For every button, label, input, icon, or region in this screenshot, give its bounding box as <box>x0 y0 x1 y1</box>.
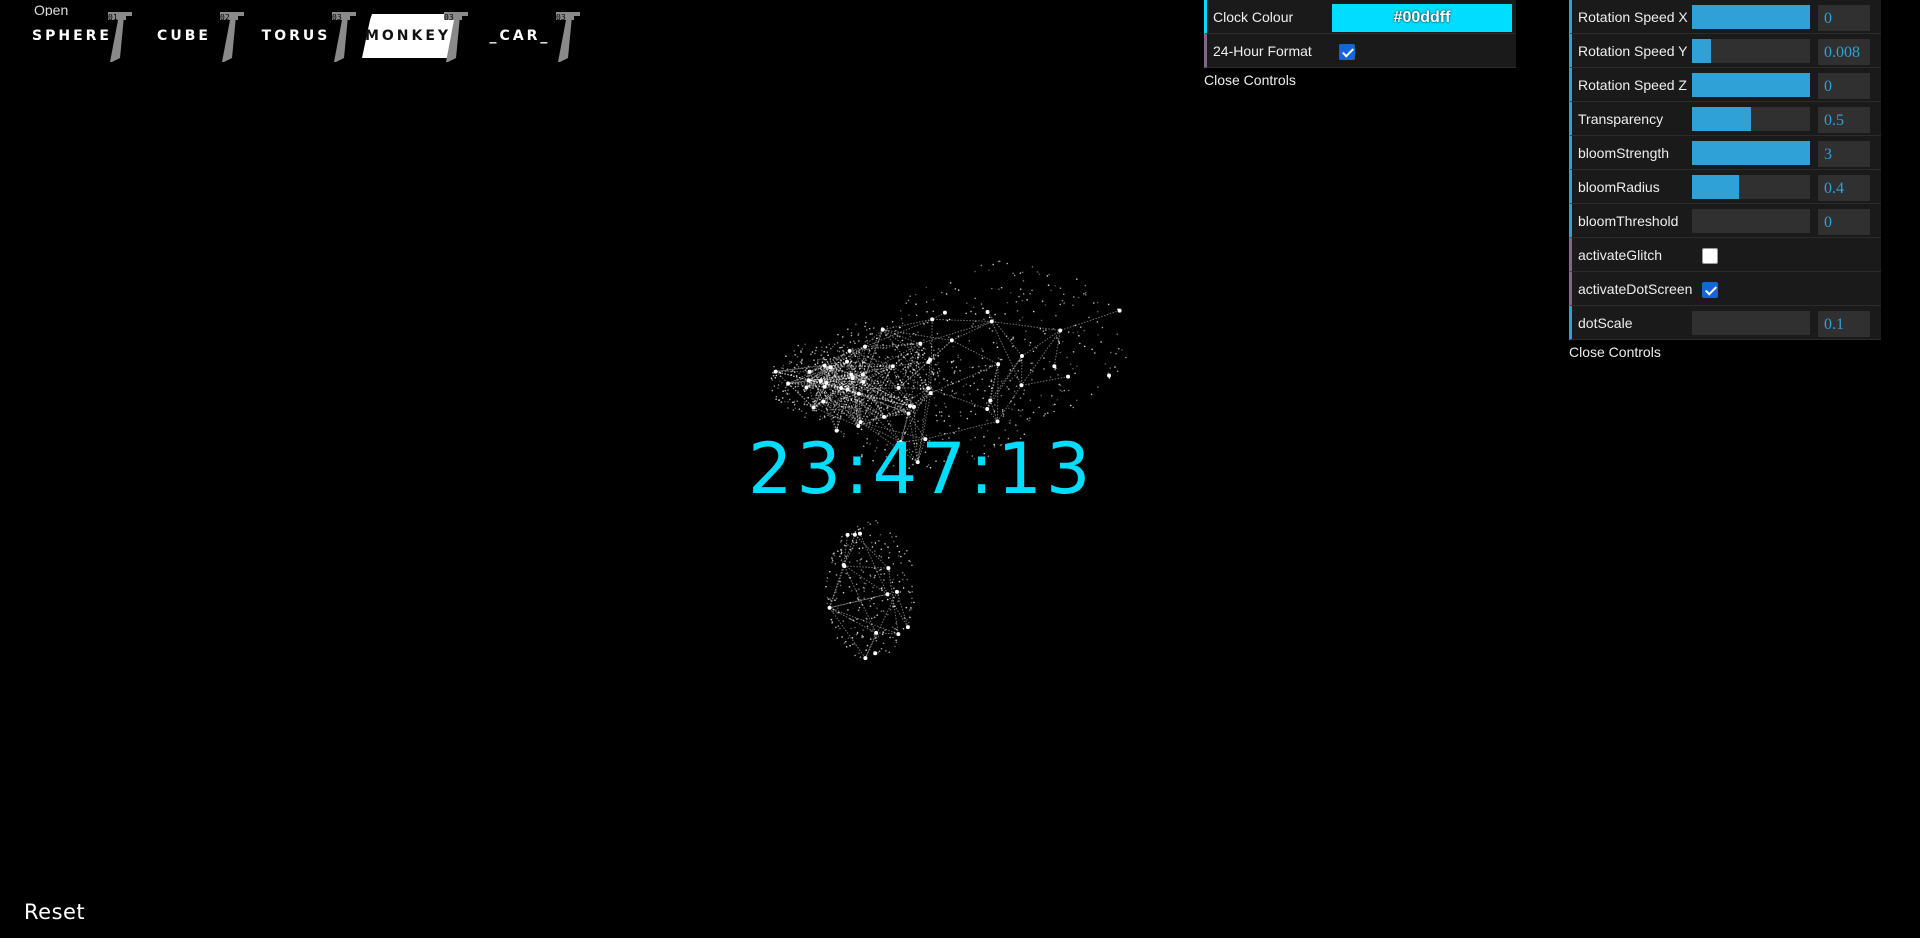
control-row: Rotation Speed Y 0.008 <box>1569 34 1881 68</box>
control-slider[interactable] <box>1692 209 1810 233</box>
control-checkbox[interactable] <box>1702 282 1718 298</box>
control-number-input[interactable]: 0 <box>1818 209 1870 235</box>
slider-fill <box>1692 5 1810 29</box>
control-number-input[interactable]: 0 <box>1818 5 1870 31</box>
tab-label: _CAR_ <box>489 28 551 44</box>
shape-tab-bar: SPHERE 01 CUBE 02 TORUS 03 MONKEY 03 _CA… <box>24 12 584 62</box>
control-checkbox[interactable] <box>1702 248 1718 264</box>
control-number-input[interactable]: 3 <box>1818 141 1870 167</box>
tab-cube[interactable]: CUBE 02 <box>136 12 244 62</box>
tab-monkey[interactable]: MONKEY 03 <box>360 12 468 62</box>
hour-format-row: 24-Hour Format <box>1204 34 1516 68</box>
control-slider[interactable] <box>1692 175 1810 199</box>
close-controls-button[interactable]: Close Controls <box>1569 340 1881 360</box>
control-label: Rotation Speed X <box>1578 9 1688 25</box>
tab-code: 03 <box>332 13 342 22</box>
control-row: Rotation Speed Z 0 <box>1569 68 1881 102</box>
control-number-input[interactable]: 0.008 <box>1818 39 1870 65</box>
control-row: activateGlitch <box>1569 238 1881 272</box>
control-label: Rotation Speed Y <box>1578 43 1688 59</box>
slider-fill <box>1692 175 1739 199</box>
control-label: dotScale <box>1578 315 1633 331</box>
control-label: Transparency <box>1578 111 1664 127</box>
control-number-input[interactable]: 0.5 <box>1818 107 1870 133</box>
control-number-input[interactable]: 0.4 <box>1818 175 1870 201</box>
close-controls-button[interactable]: Close Controls <box>1204 68 1516 88</box>
tab-code: 03 <box>444 13 454 22</box>
tab-sphere[interactable]: SPHERE 01 <box>24 12 132 62</box>
control-label: Rotation Speed Z <box>1578 77 1687 93</box>
tab-code: 02 <box>220 13 230 22</box>
scene-controls-panel: Rotation Speed X 0 Rotation Speed Y 0.008 Ro… <box>1569 0 1881 360</box>
control-slider[interactable] <box>1692 107 1810 131</box>
control-row: Rotation Speed X 0 <box>1569 0 1881 34</box>
clock-controls-panel: Clock Colour #00ddff 24-Hour Format Clos… <box>1204 0 1516 88</box>
control-row: activateDotScreen <box>1569 272 1881 306</box>
control-row: bloomRadius 0.4 <box>1569 170 1881 204</box>
tab-label: MONKEY <box>364 28 452 44</box>
slider-fill <box>1692 39 1711 63</box>
tab-label: TORUS <box>261 28 331 44</box>
hour-format-checkbox[interactable] <box>1339 44 1355 60</box>
control-slider[interactable] <box>1692 73 1810 97</box>
control-slider[interactable] <box>1692 141 1810 165</box>
clock-colour-picker[interactable]: #00ddff <box>1332 4 1512 32</box>
control-number-input[interactable]: 0 <box>1818 73 1870 99</box>
control-row: Transparency 0.5 <box>1569 102 1881 136</box>
control-number-input[interactable]: 0.1 <box>1818 311 1870 337</box>
control-row: dotScale 0.1 <box>1569 306 1881 340</box>
control-label: bloomRadius <box>1578 179 1660 195</box>
control-slider[interactable] <box>1692 39 1810 63</box>
control-slider[interactable] <box>1692 5 1810 29</box>
slider-fill <box>1692 73 1810 97</box>
control-row: bloomStrength 3 <box>1569 136 1881 170</box>
control-label: bloomStrength <box>1578 145 1670 161</box>
tab-car[interactable]: _CAR_ 03 <box>472 12 580 62</box>
slider-fill <box>1692 107 1751 131</box>
hour-format-label: 24-Hour Format <box>1213 43 1312 59</box>
control-label: activateDotScreen <box>1578 281 1693 297</box>
clock-colour-row: Clock Colour #00ddff <box>1204 0 1516 34</box>
slider-fill <box>1692 141 1810 165</box>
tab-code: 03 <box>556 13 566 22</box>
tab-label: CUBE <box>157 28 211 44</box>
tab-torus[interactable]: TORUS 03 <box>248 12 356 62</box>
control-row: bloomThreshold 0 <box>1569 204 1881 238</box>
tab-code: 01 <box>108 13 118 22</box>
control-slider[interactable] <box>1692 311 1810 335</box>
digital-clock: 23:47:13 <box>748 428 1095 510</box>
control-label: activateGlitch <box>1578 247 1663 263</box>
reset-button[interactable]: Reset <box>24 900 85 924</box>
tab-label: SPHERE <box>32 28 112 44</box>
clock-colour-label: Clock Colour <box>1213 9 1294 25</box>
control-label: bloomThreshold <box>1578 213 1679 229</box>
